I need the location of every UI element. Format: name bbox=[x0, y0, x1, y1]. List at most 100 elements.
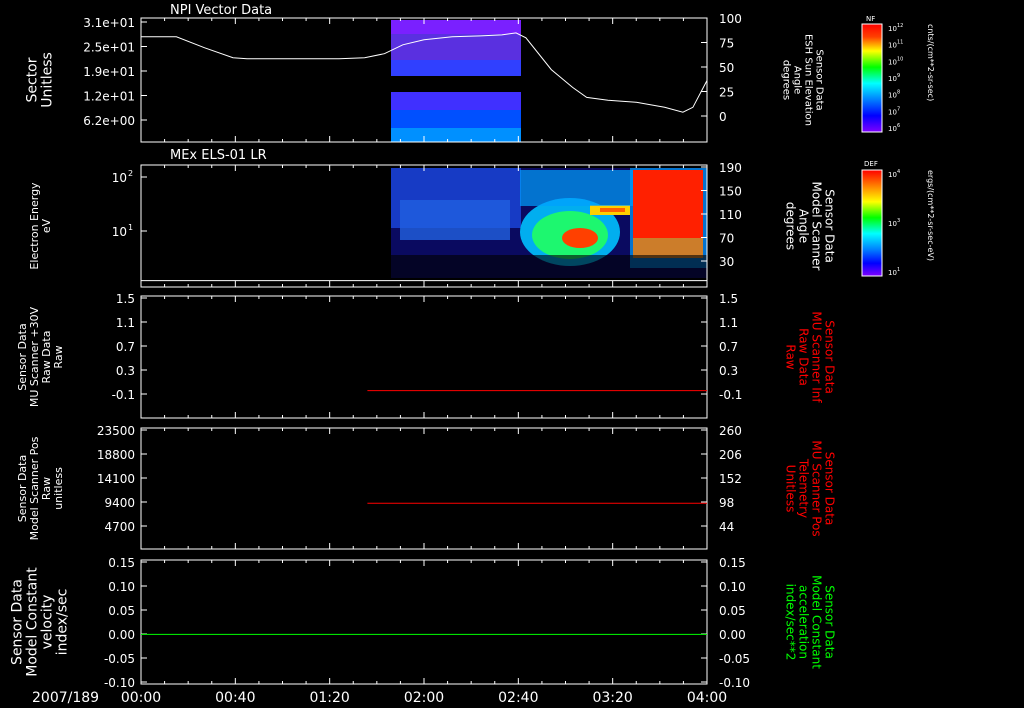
y-tick-label: -0.05 bbox=[104, 652, 135, 666]
panel-frame bbox=[140, 427, 708, 550]
y2-tick-label: 98 bbox=[719, 496, 734, 510]
y-tick-label: 3.1e+01 bbox=[83, 16, 135, 30]
y-tick-label: -0.10 bbox=[104, 676, 135, 690]
y-tick-label: -0.1 bbox=[112, 388, 135, 402]
y2-axis-label-line: Telemetry bbox=[797, 458, 811, 518]
y2-tick-label: 100 bbox=[719, 12, 742, 26]
time-tick-label: 03:20 bbox=[592, 690, 632, 706]
y2-tick-label: -0.1 bbox=[719, 388, 742, 402]
time-tick-label: 01:20 bbox=[309, 690, 349, 706]
y2-tick-label: 0 bbox=[719, 110, 727, 124]
y2-tick-label: 1.5 bbox=[719, 292, 738, 306]
colorbar-tick-label: 10 bbox=[888, 42, 897, 50]
els-spectrogram bbox=[391, 168, 707, 278]
colorbar-tick-exponent: 10 bbox=[897, 56, 903, 62]
panel2-title: MEx ELS-01 LR bbox=[170, 148, 267, 163]
y-tick-label: 9400 bbox=[104, 496, 135, 510]
colorbar-tick-exponent: 3 bbox=[897, 218, 900, 224]
colorbar-tick-exponent: 7 bbox=[897, 106, 900, 112]
y2-axis-label-line: degrees bbox=[781, 60, 792, 100]
y-tick-label: 0.05 bbox=[108, 604, 135, 618]
y2-tick-label: 260 bbox=[719, 424, 742, 438]
npi-colorbar-label: NF bbox=[866, 15, 875, 23]
y2-tick-label: 110 bbox=[719, 208, 742, 222]
y-tick-label: 0.00 bbox=[108, 628, 135, 642]
els-colorbar: DEF ergs/(cm**2-sr-sec-eV) 10 410 310 1 bbox=[861, 160, 935, 277]
colorbar-tick-exponent: 8 bbox=[897, 90, 900, 96]
panel-frame bbox=[140, 295, 708, 419]
colorbar-tick-exponent: 6 bbox=[897, 123, 900, 129]
y-tick-label: 1.2e+01 bbox=[83, 90, 135, 104]
y-tick-exponent: 1 bbox=[128, 223, 133, 232]
y-tick-label: 18800 bbox=[97, 448, 135, 462]
y2-axis-label-line: Unitless bbox=[784, 465, 798, 513]
y-tick-label: 1.5 bbox=[116, 292, 135, 306]
colorbar-tick-label: 10 bbox=[888, 108, 897, 116]
y-tick-label: 14100 bbox=[97, 472, 135, 486]
y2-tick-label: 0.05 bbox=[719, 604, 746, 618]
y-tick-label: 2.5e+01 bbox=[83, 41, 135, 55]
y2-tick-label: 30 bbox=[719, 255, 734, 269]
colorbar-tick-exponent: 12 bbox=[897, 23, 903, 29]
y-tick-label: 0.10 bbox=[108, 580, 135, 594]
y2-axis-label-line: Sensor Data bbox=[823, 189, 837, 263]
y-tick-label: 0.3 bbox=[116, 364, 135, 378]
colorbar-tick-exponent: 1 bbox=[897, 267, 900, 273]
els-colorbar-label: DEF bbox=[864, 160, 878, 168]
y-axis-label-line: Unitless bbox=[40, 52, 56, 108]
time-tick-label: 02:40 bbox=[498, 690, 538, 706]
els-colorbar-units: ergs/(cm**2-sr-sec-eV) bbox=[926, 170, 935, 261]
y2-axis-label-line: degrees bbox=[784, 202, 798, 250]
y-tick-label: 6.2e+00 bbox=[83, 114, 135, 128]
multi-panel-plot: NPI Vector Data MEx ELS-01 LR NF cnts/(c… bbox=[10, 3, 936, 706]
colorbar-tick-exponent: 9 bbox=[897, 73, 900, 79]
y-axis-label-line: Sensor Data bbox=[10, 579, 26, 665]
y-axis-label-line: Model Constant bbox=[25, 567, 41, 677]
y2-tick-label: -0.05 bbox=[719, 652, 750, 666]
colorbar-tick-exponent: 11 bbox=[897, 40, 903, 46]
y-axis-label-line: eV bbox=[40, 218, 53, 233]
y-tick-label: 10 bbox=[112, 225, 127, 239]
y-axis-label-line: index/sec bbox=[55, 589, 71, 656]
y2-axis-label-line: Model Scanner bbox=[810, 182, 824, 271]
y2-axis-label-line: Raw bbox=[784, 344, 798, 369]
y2-axis-label-line: acceleration bbox=[797, 585, 811, 659]
y2-axis-label-line: MU Scanner Pos bbox=[810, 440, 824, 536]
y2-axis-label-line: index/sec**2 bbox=[784, 584, 798, 661]
npi-spectrogram bbox=[391, 20, 521, 142]
colorbar-tick-label: 10 bbox=[888, 75, 897, 83]
y2-tick-label: 75 bbox=[719, 37, 734, 51]
time-tick-label: 00:40 bbox=[215, 690, 255, 706]
y2-tick-label: 0.7 bbox=[719, 340, 738, 354]
y2-tick-label: 152 bbox=[719, 472, 742, 486]
y2-axis-label-line: Sensor Data bbox=[823, 452, 837, 526]
y-tick-label: 23500 bbox=[97, 424, 135, 438]
time-tick-label: 00:00 bbox=[121, 690, 161, 706]
y-tick-label: 10 bbox=[112, 171, 127, 185]
y-tick-label: 0.15 bbox=[108, 556, 135, 570]
y-axis-label-line: Sector bbox=[25, 57, 41, 102]
y2-tick-label: -0.10 bbox=[719, 676, 750, 690]
y-tick-label: 1.9e+01 bbox=[83, 65, 135, 79]
y2-tick-label: 25 bbox=[719, 86, 734, 100]
y2-axis-label-line: Angle bbox=[797, 209, 811, 243]
date-label: 2007/189 bbox=[32, 690, 99, 706]
y2-axis-label-line: Angle bbox=[792, 66, 803, 94]
npi-colorbar-units: cnts/(cm**2-sr-sec) bbox=[926, 24, 935, 101]
y2-tick-label: 50 bbox=[719, 61, 734, 75]
npi-colorbar: NF cnts/(cm**2-sr-sec) 10 1210 1110 1010 910… bbox=[861, 15, 935, 133]
time-tick-label: 04:00 bbox=[687, 690, 727, 706]
y2-axis-label-line: Sensor Data bbox=[814, 49, 825, 110]
y2-tick-label: 0.15 bbox=[719, 556, 746, 570]
y-axis-label-line: Raw bbox=[52, 345, 65, 368]
y2-tick-label: 44 bbox=[719, 520, 734, 534]
colorbar-tick-label: 10 bbox=[888, 92, 897, 100]
y-tick-label: 1.1 bbox=[116, 316, 135, 330]
y2-axis-label-line: Model Constant bbox=[810, 575, 824, 669]
time-tick-label: 02:00 bbox=[404, 690, 444, 706]
colorbar-tick-exponent: 4 bbox=[897, 169, 900, 175]
y-tick-label: 0.7 bbox=[116, 340, 135, 354]
y2-axis-label-line: Raw Data bbox=[797, 328, 811, 386]
y2-axis-label-line: Sensor Data bbox=[823, 585, 837, 659]
y-tick-label: 4700 bbox=[104, 520, 135, 534]
